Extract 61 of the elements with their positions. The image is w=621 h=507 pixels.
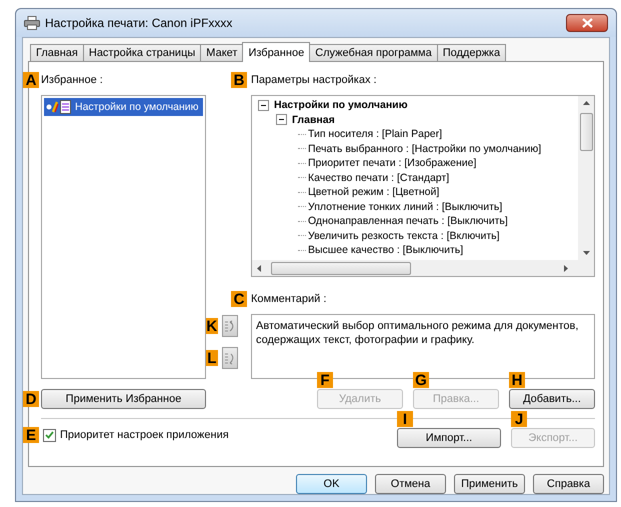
tree-item[interactable]: Цветной режим : [Цветной] <box>308 186 440 198</box>
close-icon <box>582 18 592 28</box>
tab[interactable]: Поддержка <box>436 44 506 61</box>
scroll-thumb[interactable] <box>271 262 411 274</box>
collapse-toggle[interactable] <box>276 114 287 126</box>
tab[interactable]: Макет <box>200 44 244 61</box>
move-up-button[interactable] <box>222 315 238 337</box>
callout-label: F <box>317 372 333 388</box>
tree-item[interactable]: Приоритет печати : [Изображение] <box>308 157 476 170</box>
callout-label: H <box>509 372 525 388</box>
callout-label: I <box>397 411 413 427</box>
callout-label: E <box>23 427 39 443</box>
vertical-scrollbar[interactable] <box>578 96 594 260</box>
collapse-toggle[interactable] <box>258 100 269 111</box>
import-button[interactable]: Импорт... <box>397 428 501 448</box>
action-button[interactable]: Добавить... <box>509 389 595 409</box>
scroll-right-icon <box>564 264 568 272</box>
favorites-item[interactable]: Настройки по умолчанию <box>44 98 203 116</box>
callout-label: K <box>206 318 218 334</box>
scroll-thumb[interactable] <box>580 113 592 151</box>
tree-node[interactable]: Главная <box>292 114 335 126</box>
list-arrow-icon <box>224 352 236 364</box>
checkbox-label: Приоритет настроек приложения <box>60 429 229 441</box>
tab[interactable]: Служебная программа <box>309 44 438 61</box>
printer-icon <box>24 16 40 30</box>
apply-favorite-button[interactable]: Применить Избранное <box>41 389 206 409</box>
scroll-left-icon <box>257 264 261 272</box>
scroll-down-icon <box>582 251 590 255</box>
dialog-button[interactable]: Отмена <box>375 474 446 494</box>
document-icon <box>46 100 72 114</box>
comment-label: Комментарий : <box>251 293 326 305</box>
checkbox[interactable] <box>43 428 56 442</box>
callout-label: A <box>23 72 39 88</box>
tree-node[interactable]: Настройки по умолчанию <box>274 99 408 112</box>
dialog-button[interactable]: Применить <box>454 474 525 494</box>
scroll-up-icon <box>582 101 590 105</box>
move-down-button[interactable] <box>222 347 238 369</box>
tree-item[interactable]: Уплотнение тонких линий : [Выключить] <box>308 200 502 213</box>
callout-label: D <box>23 391 39 407</box>
tab[interactable]: Настройка страницы <box>82 44 202 61</box>
close-button[interactable] <box>566 14 608 32</box>
callout-label: J <box>511 411 527 427</box>
callout-label: G <box>413 372 429 388</box>
dialog-button[interactable]: OK <box>296 474 367 494</box>
window-title: Настройка печати: Canon iPFxxxx <box>45 16 234 30</box>
tree-item[interactable]: Качество печати : [Стандарт] <box>308 172 450 184</box>
checkmark-icon <box>45 431 54 439</box>
callout-label: B <box>231 72 247 88</box>
settings-label: Параметры настройках : <box>251 74 377 86</box>
tree-item[interactable]: Однонаправленная печать : [Выключить] <box>308 215 508 228</box>
tree-item[interactable]: Печать выбранного : [Настройки по умолчанию] <box>308 142 542 155</box>
tree-item[interactable]: Увеличить резкость текста : [Включить] <box>308 230 500 242</box>
list-arrow-icon <box>224 320 236 332</box>
tree-item[interactable]: Тип носителя : [Plain Paper] <box>308 128 442 140</box>
tab[interactable]: Главная <box>30 44 84 61</box>
callout-label: C <box>231 291 247 307</box>
favorites-label: Избранное : <box>41 74 103 86</box>
tab[interactable]: Избранное <box>242 42 310 62</box>
tree-item[interactable]: Высшее качество : [Выключить] <box>308 244 464 256</box>
callout-label: L <box>206 350 218 366</box>
dialog-button[interactable]: Справка <box>533 474 604 494</box>
